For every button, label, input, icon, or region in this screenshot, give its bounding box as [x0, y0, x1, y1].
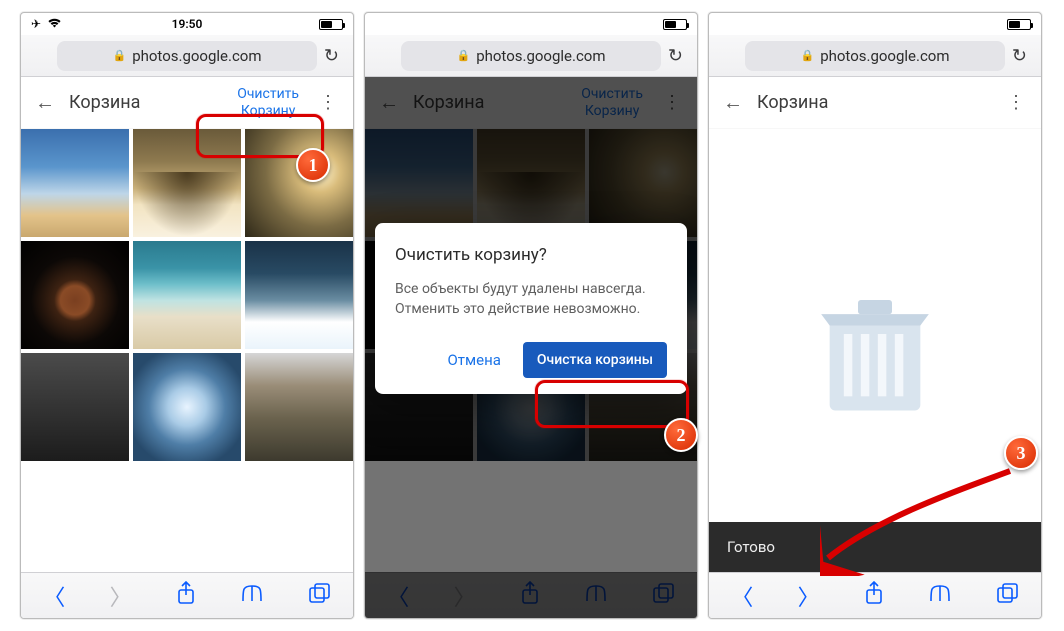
bookmarks-icon[interactable]	[928, 583, 952, 609]
empty-trash-illustration	[709, 129, 1041, 572]
wifi-icon	[47, 17, 62, 31]
page-header: ← Корзина ⋮	[709, 77, 1041, 129]
photo-thumb[interactable]	[245, 353, 353, 461]
safari-toolbar: 〈 〉	[709, 572, 1041, 618]
url-host: photos.google.com	[476, 47, 605, 65]
nav-forward-icon: 〉	[110, 580, 132, 612]
more-menu-icon[interactable]: ⋮	[999, 86, 1033, 119]
page-header: ← Корзина Очистить Корзину ⋮	[21, 77, 353, 129]
safari-toolbar: 〈 〉	[21, 572, 353, 618]
empty-trash-line1: Очистить	[237, 86, 299, 102]
url-host: photos.google.com	[820, 47, 949, 65]
confirm-empty-button[interactable]: Очистка корзины	[523, 342, 667, 378]
annotation-badge-3: 3	[1004, 436, 1038, 470]
photo-thumb[interactable]	[245, 241, 353, 349]
safari-address-bar[interactable]: 🔒 photos.google.com ↻	[709, 35, 1041, 77]
more-menu-icon[interactable]: ⋮	[311, 86, 345, 119]
dialog-body: Все объекты будут удалены навсегда. Отме…	[395, 279, 667, 320]
lock-icon: 🔒	[800, 49, 814, 62]
reload-icon[interactable]: ↻	[324, 45, 339, 66]
dialog-title: Очистить корзину?	[395, 245, 667, 265]
url-host: photos.google.com	[132, 47, 261, 65]
reload-icon[interactable]: ↻	[668, 45, 683, 66]
toast-text: Готово	[727, 538, 775, 556]
tabs-icon[interactable]	[309, 583, 331, 609]
airplane-mode-icon: ✈	[31, 17, 41, 31]
annotation-badge-2: 2	[664, 418, 698, 452]
photo-thumb[interactable]	[21, 353, 129, 461]
status-bar	[709, 13, 1041, 35]
back-arrow-icon[interactable]: ←	[29, 84, 61, 121]
url-field[interactable]: 🔒 photos.google.com	[57, 41, 317, 71]
url-field[interactable]: 🔒 photos.google.com	[745, 41, 1005, 71]
battery-icon	[319, 19, 343, 30]
share-icon[interactable]	[864, 581, 884, 611]
empty-trash-button[interactable]: Очистить Корзину	[229, 82, 307, 122]
screenshot-step-2: 🔒 photos.google.com ↻ ← Корзина Очистить…	[364, 12, 698, 619]
photo-thumb[interactable]	[245, 129, 353, 237]
photo-thumb[interactable]	[21, 241, 129, 349]
photo-thumb[interactable]	[133, 129, 241, 237]
done-toast: Готово	[709, 522, 1041, 572]
lock-icon: 🔒	[112, 49, 126, 62]
lock-icon: 🔒	[456, 49, 470, 62]
trash-icon	[790, 266, 960, 436]
photo-thumb[interactable]	[21, 129, 129, 237]
nav-back-icon[interactable]: 〈	[43, 580, 65, 612]
page-title: Корзина	[69, 92, 140, 113]
nav-back-icon[interactable]: 〈	[731, 580, 753, 612]
photo-thumb[interactable]	[133, 353, 241, 461]
screenshot-step-3: 🔒 photos.google.com ↻ ← Корзина ⋮ Готово…	[708, 12, 1042, 619]
confirm-dialog: Очистить корзину? Все объекты будут удал…	[375, 223, 687, 394]
reload-icon[interactable]: ↻	[1012, 45, 1027, 66]
nav-forward-icon[interactable]: 〉	[798, 580, 820, 612]
status-bar: ✈ 19:50	[21, 13, 353, 35]
back-arrow-icon[interactable]: ←	[717, 84, 749, 121]
battery-icon	[1007, 19, 1031, 30]
url-field[interactable]: 🔒 photos.google.com	[401, 41, 661, 71]
safari-address-bar[interactable]: 🔒 photos.google.com ↻	[365, 35, 697, 77]
page-title: Корзина	[757, 92, 828, 113]
bookmarks-icon[interactable]	[240, 583, 264, 609]
status-bar	[365, 13, 697, 35]
cancel-button[interactable]: Отмена	[441, 343, 506, 377]
clock: 19:50	[172, 17, 203, 31]
empty-trash-line2: Корзину	[237, 103, 299, 119]
screenshot-step-1: ✈ 19:50 🔒 photos.google.com ↻ ← Корзина …	[20, 12, 354, 619]
tabs-icon[interactable]	[997, 583, 1019, 609]
safari-address-bar[interactable]: 🔒 photos.google.com ↻	[21, 35, 353, 77]
battery-icon	[663, 19, 687, 30]
photo-thumb[interactable]	[133, 241, 241, 349]
annotation-badge-1: 1	[296, 148, 330, 182]
share-icon[interactable]	[176, 581, 196, 611]
